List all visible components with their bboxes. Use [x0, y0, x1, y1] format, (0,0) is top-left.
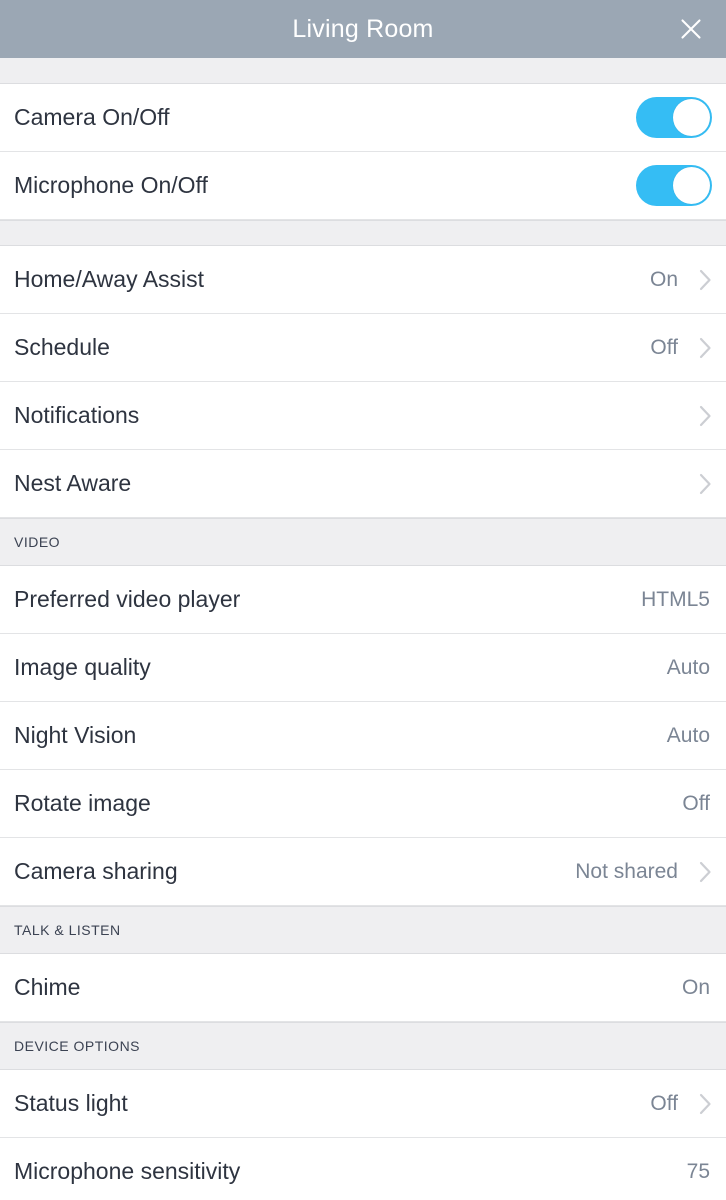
toggle-camera-on-off[interactable] — [636, 97, 712, 138]
settings-row-camera-sharing[interactable]: Camera sharing Not shared — [0, 838, 726, 906]
settings-row-image-quality[interactable]: Image quality Auto — [0, 634, 726, 702]
row-label: Microphone sensitivity — [14, 1158, 241, 1184]
row-label: Microphone On/Off — [14, 172, 208, 198]
row-control — [636, 84, 712, 151]
settings-row-night-vision[interactable]: Night Vision Auto — [0, 702, 726, 770]
titlebar: Living Room — [0, 0, 726, 58]
row-label: Image quality — [14, 654, 151, 680]
toggle-knob — [673, 99, 710, 136]
row-value: HTML5 — [641, 588, 710, 611]
chevron-right-icon[interactable] — [688, 472, 712, 496]
row-label: Notifications — [14, 402, 140, 428]
row-label: Chime — [14, 974, 81, 1000]
row-control: 75 — [687, 1138, 712, 1200]
section-header-label: TALK & LISTEN — [14, 922, 121, 938]
settings-row-microphone-on-off[interactable]: Microphone On/Off — [0, 152, 726, 220]
row-label: Home/Away Assist — [14, 266, 205, 292]
row-label: Schedule — [14, 334, 110, 360]
settings-row-chime[interactable]: Chime On — [0, 954, 726, 1022]
row-control: On — [650, 246, 712, 313]
row-control — [678, 382, 712, 449]
row-control — [636, 152, 712, 219]
settings-row-notifications[interactable]: Notifications — [0, 382, 726, 450]
row-control: On — [682, 954, 712, 1021]
row-control: Off — [650, 1070, 712, 1137]
row-value: Not shared — [575, 860, 678, 883]
row-value: Auto — [666, 656, 710, 679]
row-value: On — [649, 268, 678, 291]
chevron-right-icon[interactable] — [688, 1092, 712, 1116]
page-title: Living Room — [292, 14, 434, 43]
toggle-microphone-on-off[interactable] — [636, 165, 712, 206]
section-header-talk-and-listen: TALK & LISTEN — [0, 906, 726, 954]
row-label: Night Vision — [14, 722, 137, 748]
section-spacer — [0, 58, 726, 84]
toggle-knob — [673, 167, 710, 204]
row-label: Camera sharing — [14, 858, 178, 884]
chevron-right-icon[interactable] — [688, 860, 712, 884]
row-value: Off — [682, 792, 710, 815]
row-control: HTML5 — [641, 566, 712, 633]
row-value: 75 — [686, 1160, 710, 1183]
section-header-label: VIDEO — [14, 534, 61, 550]
settings-row-status-light[interactable]: Status light Off — [0, 1070, 726, 1138]
settings-row-preferred-video-player[interactable]: Preferred video player HTML5 — [0, 566, 726, 634]
row-label: Rotate image — [14, 790, 151, 816]
section-spacer — [0, 220, 726, 246]
camera-settings-panel: Living Room Camera On/Off Microphone On/O… — [0, 0, 726, 1200]
row-control: Off — [650, 314, 712, 381]
row-value: Off — [650, 336, 678, 359]
row-control — [678, 450, 712, 517]
row-control: Off — [682, 770, 712, 837]
row-control: Auto — [667, 634, 712, 701]
row-value: On — [681, 976, 710, 999]
section-header-video: VIDEO — [0, 518, 726, 566]
row-value: Auto — [666, 724, 710, 747]
settings-list[interactable]: Camera On/Off Microphone On/Off Home/Away … — [0, 58, 726, 1200]
chevron-right-icon[interactable] — [688, 336, 712, 360]
chevron-right-icon[interactable] — [688, 404, 712, 428]
section-header-device-options: DEVICE OPTIONS — [0, 1022, 726, 1070]
row-control: Auto — [667, 702, 712, 769]
row-label: Camera On/Off — [14, 104, 170, 130]
section-header-label: DEVICE OPTIONS — [14, 1038, 141, 1054]
settings-row-camera-on-off[interactable]: Camera On/Off — [0, 84, 726, 152]
row-label: Nest Aware — [14, 470, 132, 496]
settings-row-rotate-image[interactable]: Rotate image Off — [0, 770, 726, 838]
settings-row-home-away-assist[interactable]: Home/Away Assist On — [0, 246, 726, 314]
close-icon — [678, 16, 704, 42]
row-label: Preferred video player — [14, 586, 241, 612]
settings-row-nest-aware[interactable]: Nest Aware — [0, 450, 726, 518]
row-control: Not shared — [575, 838, 712, 905]
chevron-right-icon[interactable] — [688, 268, 712, 292]
row-value: Off — [650, 1092, 678, 1115]
close-button[interactable] — [664, 0, 718, 58]
row-label: Status light — [14, 1090, 128, 1116]
settings-row-microphone-sensitivity[interactable]: Microphone sensitivity 75 — [0, 1138, 726, 1200]
settings-row-schedule[interactable]: Schedule Off — [0, 314, 726, 382]
